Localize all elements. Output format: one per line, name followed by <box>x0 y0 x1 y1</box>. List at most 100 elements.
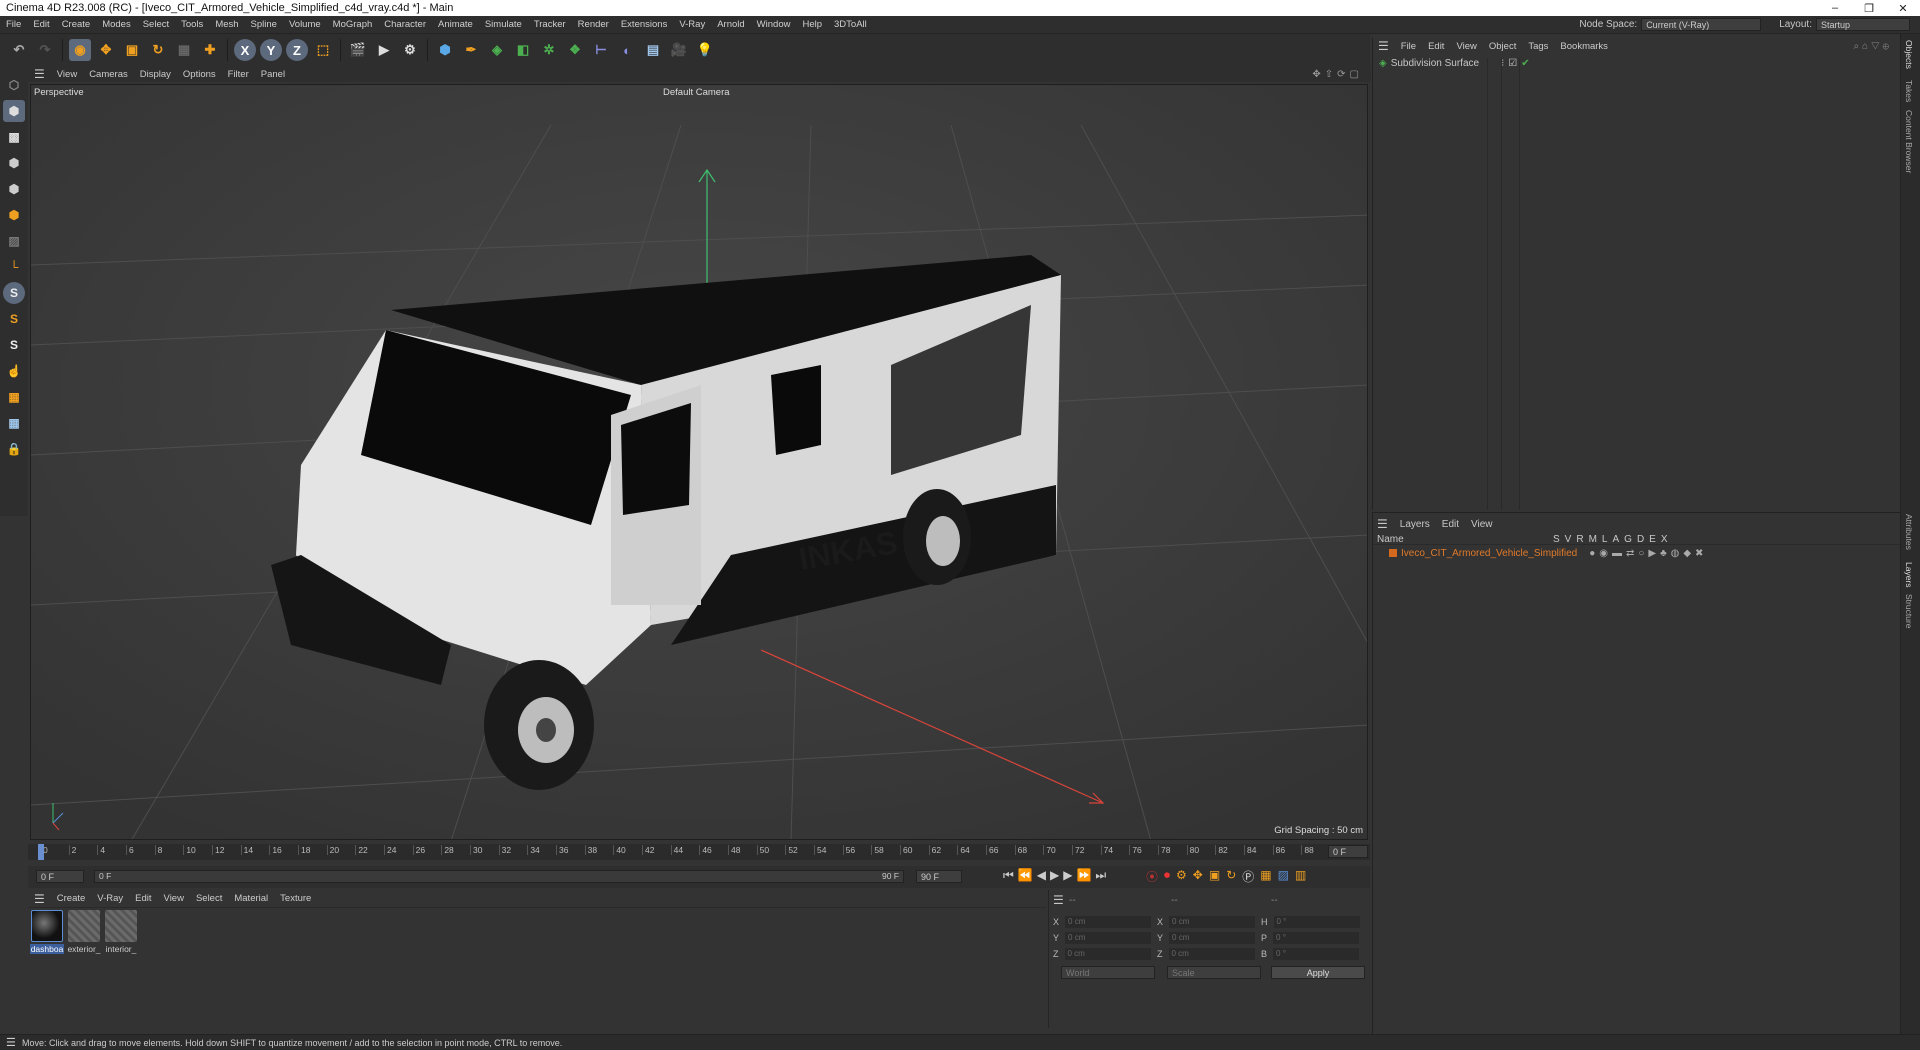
material-swatch-dashboard[interactable] <box>31 910 63 942</box>
texture-mode-icon[interactable]: ▩ <box>3 126 25 148</box>
material-menu-texture[interactable]: Texture <box>274 893 317 904</box>
tab-takes[interactable]: Takes <box>1904 80 1914 102</box>
menu-render[interactable]: Render <box>572 19 615 30</box>
maximize-button[interactable]: ❐ <box>1852 2 1886 15</box>
pen-spline-icon[interactable]: ✒ <box>460 39 482 61</box>
key-position-icon[interactable]: ✥ <box>1193 868 1203 885</box>
layers-flag-expressions[interactable]: E <box>1649 534 1656 545</box>
cube-icon[interactable]: ⬢ <box>434 39 456 61</box>
snap-icon[interactable]: S <box>3 282 25 304</box>
key-scale-icon[interactable]: ▣ <box>1209 868 1220 885</box>
cloner-icon[interactable]: ❖ <box>564 39 586 61</box>
tab-objects[interactable]: Objects <box>1904 40 1914 69</box>
playhead[interactable] <box>38 844 44 860</box>
scale-tool-icon[interactable]: ▣ <box>121 39 143 61</box>
autokey-icon[interactable]: ⏺ <box>1164 868 1170 885</box>
layers-menu-layers[interactable]: Layers <box>1394 519 1436 530</box>
edges-mode-icon[interactable]: ⬢ <box>3 178 25 200</box>
key-pla-icon[interactable]: ▦ <box>1260 868 1271 885</box>
render-view-icon[interactable]: 🎬 <box>347 39 369 61</box>
objects-menu-tags[interactable]: Tags <box>1522 41 1554 52</box>
z-axis-lock-icon[interactable]: Z <box>286 39 308 61</box>
camera-label[interactable]: Default Camera <box>663 87 730 98</box>
light-icon[interactable]: 💡 <box>694 39 716 61</box>
goto-start-icon[interactable]: ⏮ <box>1003 868 1014 883</box>
grid-icon[interactable]: ▦ <box>3 412 25 434</box>
objects-menu-bookmarks[interactable]: Bookmarks <box>1554 41 1614 52</box>
create-object-icon[interactable]: ✚ <box>199 39 221 61</box>
floor-icon[interactable]: ▤ <box>642 39 664 61</box>
transform-icon[interactable]: ▦ <box>173 39 195 61</box>
workplane-snap-icon[interactable]: S <box>3 334 25 356</box>
menu-animate[interactable]: Animate <box>432 19 479 30</box>
tab-attributes[interactable]: Attributes <box>1904 514 1914 550</box>
position-z-field[interactable]: 0 cm <box>1064 948 1151 960</box>
layers-flag-animation[interactable]: A <box>1612 534 1619 545</box>
tab-layers[interactable]: Layers <box>1904 562 1914 588</box>
make-editable-icon[interactable]: ⬡ <box>3 74 25 96</box>
snap-settings-icon[interactable]: S <box>3 308 25 330</box>
material-menu-edit[interactable]: Edit <box>129 893 157 904</box>
material-menu-vray[interactable]: V-Ray <box>91 893 129 904</box>
position-y-field[interactable]: 0 cm <box>1065 932 1152 944</box>
camera-icon[interactable]: 🎥 <box>668 39 690 61</box>
layer-color-swatch[interactable] <box>1389 549 1397 557</box>
workplane-icon[interactable]: ▦ <box>3 386 25 408</box>
material-swatch-interior[interactable] <box>105 910 137 942</box>
size-y-field[interactable]: 0 cm <box>1169 932 1256 944</box>
start-frame-field[interactable]: 0 F <box>36 870 84 883</box>
subdivision-icon[interactable]: ◈ <box>486 39 508 61</box>
prev-key-icon[interactable]: ⏪ <box>1018 868 1033 883</box>
prev-frame-icon[interactable]: ◀ <box>1037 868 1046 883</box>
objects-hamburger-icon[interactable]: ☰ <box>1372 39 1395 53</box>
current-frame-field[interactable]: 0 F <box>1328 845 1368 858</box>
y-axis-lock-icon[interactable]: Y <box>260 39 282 61</box>
coordinate-system-icon[interactable]: ⬚ <box>312 39 334 61</box>
objects-menu-object[interactable]: Object <box>1483 41 1522 52</box>
object-row[interactable]: ◈ Subdivision Surface ⁝ ☑ ✔ <box>1379 58 1530 69</box>
goto-end-icon[interactable]: ⏭ <box>1095 868 1106 883</box>
menu-file[interactable]: File <box>0 19 27 30</box>
layers-flag-render[interactable]: R <box>1576 534 1583 545</box>
points-mode-icon[interactable]: ⬢ <box>3 152 25 174</box>
axis-mode-icon[interactable]: └ <box>3 256 25 278</box>
rotation-h-field[interactable]: 0 ° <box>1273 916 1360 928</box>
next-frame-icon[interactable]: ▶ <box>1063 868 1072 883</box>
render-settings-icon[interactable]: ⚙ <box>399 39 421 61</box>
menu-select[interactable]: Select <box>137 19 175 30</box>
menu-tools[interactable]: Tools <box>175 19 209 30</box>
3d-viewport[interactable]: INKAS Perspective Default Camera Grid Sp… <box>30 84 1368 840</box>
layer-name[interactable]: Iveco_CIT_Armored_Vehicle_Simplified <box>1401 548 1577 559</box>
model-mode-icon[interactable]: ⬢ <box>3 100 25 122</box>
play-icon[interactable]: ▶ <box>1050 868 1059 883</box>
menu-create[interactable]: Create <box>56 19 97 30</box>
material-menu-create[interactable]: Create <box>51 893 92 904</box>
end-frame-field[interactable]: 90 F <box>916 870 962 883</box>
layers-menu-edit[interactable]: Edit <box>1436 519 1465 530</box>
coords-hamburger-icon[interactable]: ☰ <box>1053 893 1064 907</box>
menu-vray[interactable]: V-Ray <box>673 19 711 30</box>
x-axis-lock-icon[interactable]: X <box>234 39 256 61</box>
tab-structure[interactable]: Structure <box>1904 594 1914 629</box>
menu-help[interactable]: Help <box>796 19 828 30</box>
move-tool-icon[interactable]: ✥ <box>95 39 117 61</box>
menu-extensions[interactable]: Extensions <box>615 19 673 30</box>
uv-mode-icon[interactable]: ▨ <box>3 230 25 252</box>
viewport-menu-filter[interactable]: Filter <box>222 69 255 80</box>
timeline-ruler[interactable]: 0 2 4 6 8 10 12 14 16 18 20 22 24 26 28 30 32 34 36 38 40 42 4… <box>28 844 1370 860</box>
viewport-menu-cameras[interactable]: Cameras <box>83 69 134 80</box>
viewport-nav-icons[interactable]: ✥⇧⟳▢ <box>1312 69 1371 80</box>
menu-mograph[interactable]: MoGraph <box>327 19 379 30</box>
array-icon[interactable]: ✲ <box>538 39 560 61</box>
motion-mode-icon[interactable]: ▨ <box>1278 868 1289 885</box>
layers-menu-view[interactable]: View <box>1465 519 1499 530</box>
menu-modes[interactable]: Modes <box>96 19 137 30</box>
objects-menu-view[interactable]: View <box>1450 41 1482 52</box>
size-x-field[interactable]: 0 cm <box>1169 916 1256 928</box>
material-menu-view[interactable]: View <box>158 893 190 904</box>
record-keys-icon[interactable]: ⦿ <box>1146 868 1158 885</box>
coordinate-mode-dropdown[interactable]: Scale <box>1167 966 1261 979</box>
layer-row[interactable]: Iveco_CIT_Armored_Vehicle_Simplified ●◉▬… <box>1373 547 1901 559</box>
size-z-field[interactable]: 0 cm <box>1168 948 1255 960</box>
menu-edit[interactable]: Edit <box>27 19 55 30</box>
